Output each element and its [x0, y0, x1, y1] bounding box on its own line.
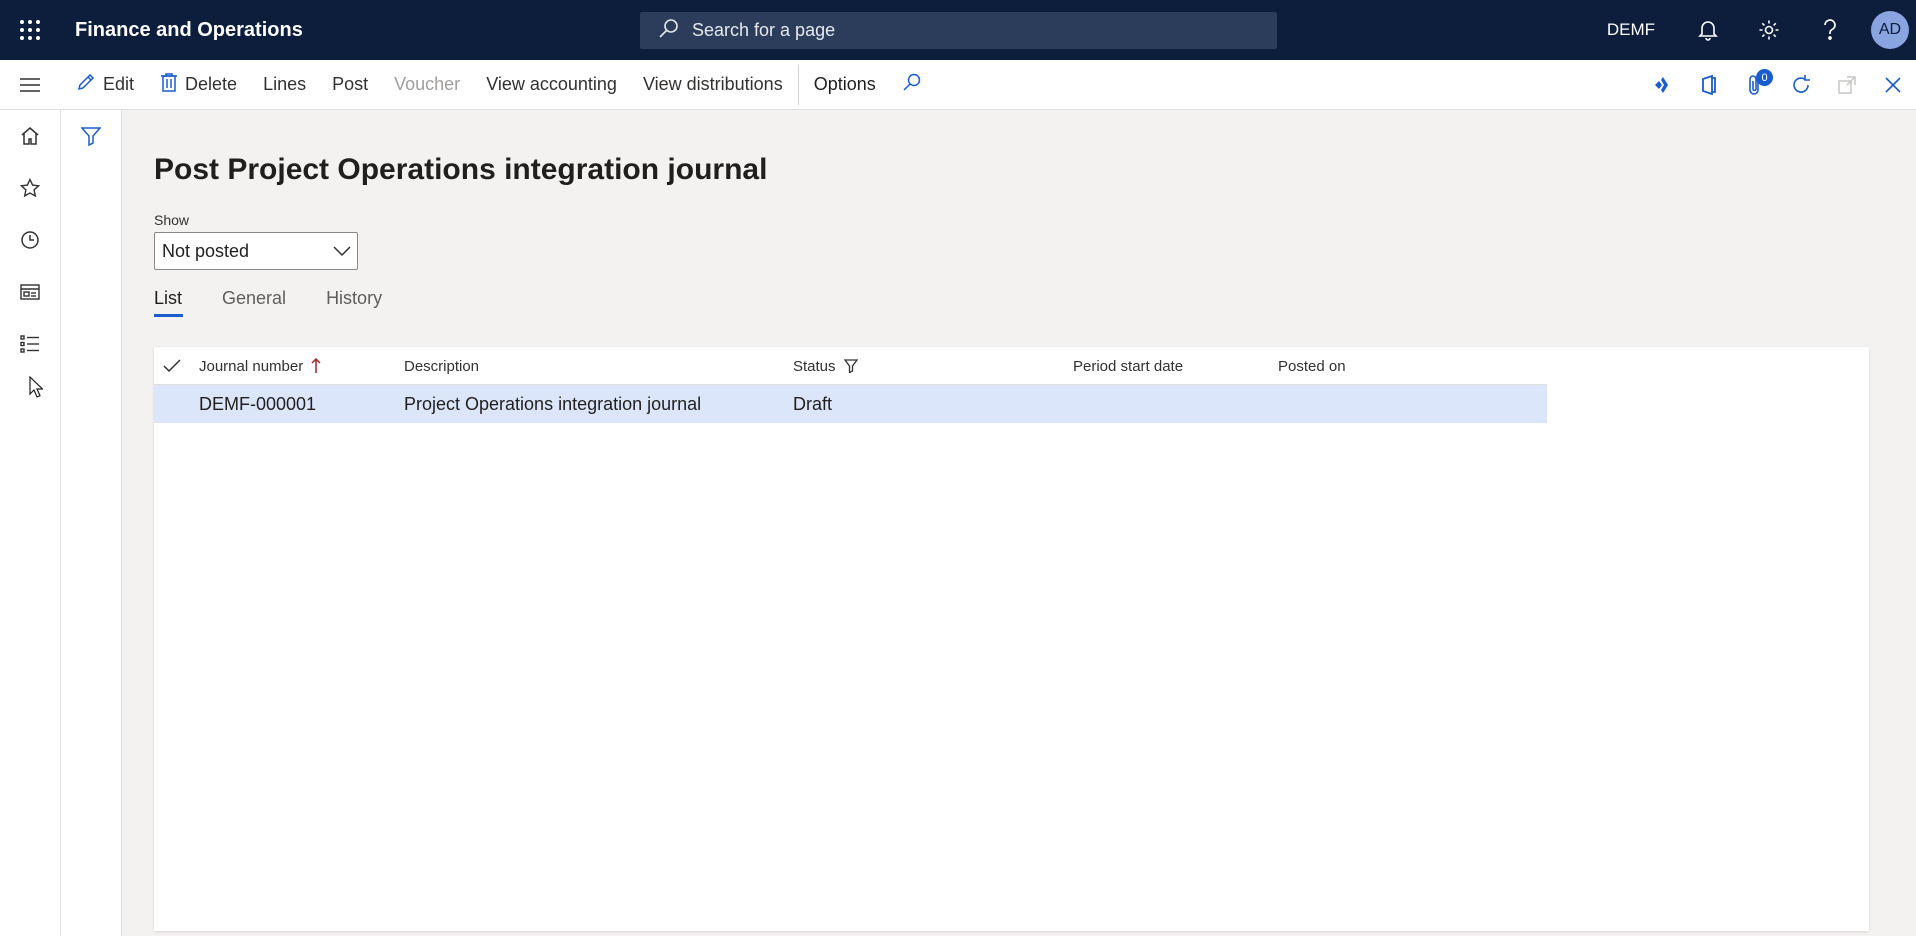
- journals-grid: Journal number Description Status Period…: [154, 347, 1869, 931]
- close-icon[interactable]: [1870, 60, 1916, 110]
- pencil-icon: [76, 72, 103, 97]
- page-title: Post Project Operations integration jour…: [154, 153, 768, 186]
- edit-button[interactable]: Edit: [60, 60, 147, 110]
- sort-ascending-arrow-icon: [311, 358, 321, 374]
- hamburger-menu-icon[interactable]: [0, 60, 60, 110]
- power-apps-icon[interactable]: [1640, 60, 1686, 110]
- cell-journal-number[interactable]: DEMF-000001: [199, 385, 316, 423]
- tab-list[interactable]: List: [154, 288, 184, 317]
- column-header-status[interactable]: Status: [793, 347, 858, 385]
- edit-button-label: Edit: [103, 74, 135, 94]
- attachments-paperclip-icon[interactable]: 0: [1732, 60, 1778, 110]
- notifications-bell-icon[interactable]: [1677, 0, 1738, 60]
- page-tabs: List General History: [154, 288, 422, 317]
- show-filter-value: Not posted: [162, 240, 250, 261]
- view-distributions-button[interactable]: View distributions: [630, 60, 796, 110]
- tab-history[interactable]: History: [326, 288, 382, 317]
- help-question-icon[interactable]: [1799, 0, 1860, 60]
- left-navigation-pane: [0, 110, 61, 936]
- column-header-label: Journal number: [199, 357, 304, 375]
- voucher-button[interactable]: Voucher: [381, 60, 473, 110]
- cell-description[interactable]: Project Operations integration journal: [404, 385, 701, 423]
- open-new-window-icon[interactable]: [1824, 60, 1870, 110]
- trash-icon: [160, 72, 185, 97]
- action-search-button[interactable]: [889, 60, 942, 110]
- view-accounting-button[interactable]: View accounting: [473, 60, 630, 110]
- select-all-check-icon[interactable]: [163, 347, 181, 385]
- cell-status[interactable]: Draft: [793, 385, 832, 423]
- column-header-label: Status: [793, 357, 836, 375]
- home-icon[interactable]: [0, 110, 60, 162]
- settings-gear-icon[interactable]: [1738, 0, 1799, 60]
- show-filter-label: Show: [154, 212, 190, 228]
- show-filter-dropdown[interactable]: Not posted: [154, 232, 358, 270]
- table-row[interactable]: DEMF-000001 Project Operations integrati…: [154, 385, 1547, 423]
- app-title[interactable]: Finance and Operations: [75, 19, 303, 42]
- attachments-count-badge: 0: [1756, 69, 1773, 86]
- action-pane: Edit Delete Lines Post Voucher View acco…: [0, 60, 1916, 110]
- options-tab[interactable]: Options: [801, 60, 889, 110]
- column-filter-funnel-icon: [843, 359, 858, 373]
- filter-pane: [61, 110, 122, 936]
- app-launcher-icon[interactable]: [0, 0, 60, 60]
- company-picker[interactable]: DEMF: [1607, 20, 1655, 40]
- top-navigation-bar: Finance and Operations Search for a page…: [0, 0, 1916, 60]
- search-placeholder: Search for a page: [692, 20, 836, 40]
- filter-funnel-icon[interactable]: [61, 110, 121, 162]
- delete-button-label: Delete: [185, 74, 238, 94]
- delete-button[interactable]: Delete: [147, 60, 250, 110]
- page-search-box[interactable]: Search for a page: [640, 12, 1277, 49]
- search-icon: [902, 72, 929, 97]
- user-avatar[interactable]: AD: [1871, 11, 1909, 49]
- column-header-journal-number[interactable]: Journal number: [199, 347, 321, 385]
- modules-list-icon[interactable]: [0, 318, 60, 370]
- workspaces-icon[interactable]: [0, 266, 60, 318]
- favorites-star-icon[interactable]: [0, 162, 60, 214]
- post-button[interactable]: Post: [319, 60, 381, 110]
- grid-header-row: Journal number Description Status Period…: [154, 347, 1547, 385]
- mouse-pointer-icon: [29, 375, 44, 403]
- recent-clock-icon[interactable]: [0, 214, 60, 266]
- office-icon[interactable]: [1686, 60, 1732, 110]
- column-header-description[interactable]: Description: [404, 347, 479, 385]
- tab-general[interactable]: General: [222, 288, 286, 317]
- lines-button[interactable]: Lines: [250, 60, 319, 110]
- refresh-icon[interactable]: [1778, 60, 1824, 110]
- column-header-posted-on[interactable]: Posted on: [1278, 347, 1346, 385]
- search-icon: [658, 17, 692, 44]
- column-header-period-start-date[interactable]: Period start date: [1073, 347, 1183, 385]
- action-pane-divider: [797, 64, 799, 105]
